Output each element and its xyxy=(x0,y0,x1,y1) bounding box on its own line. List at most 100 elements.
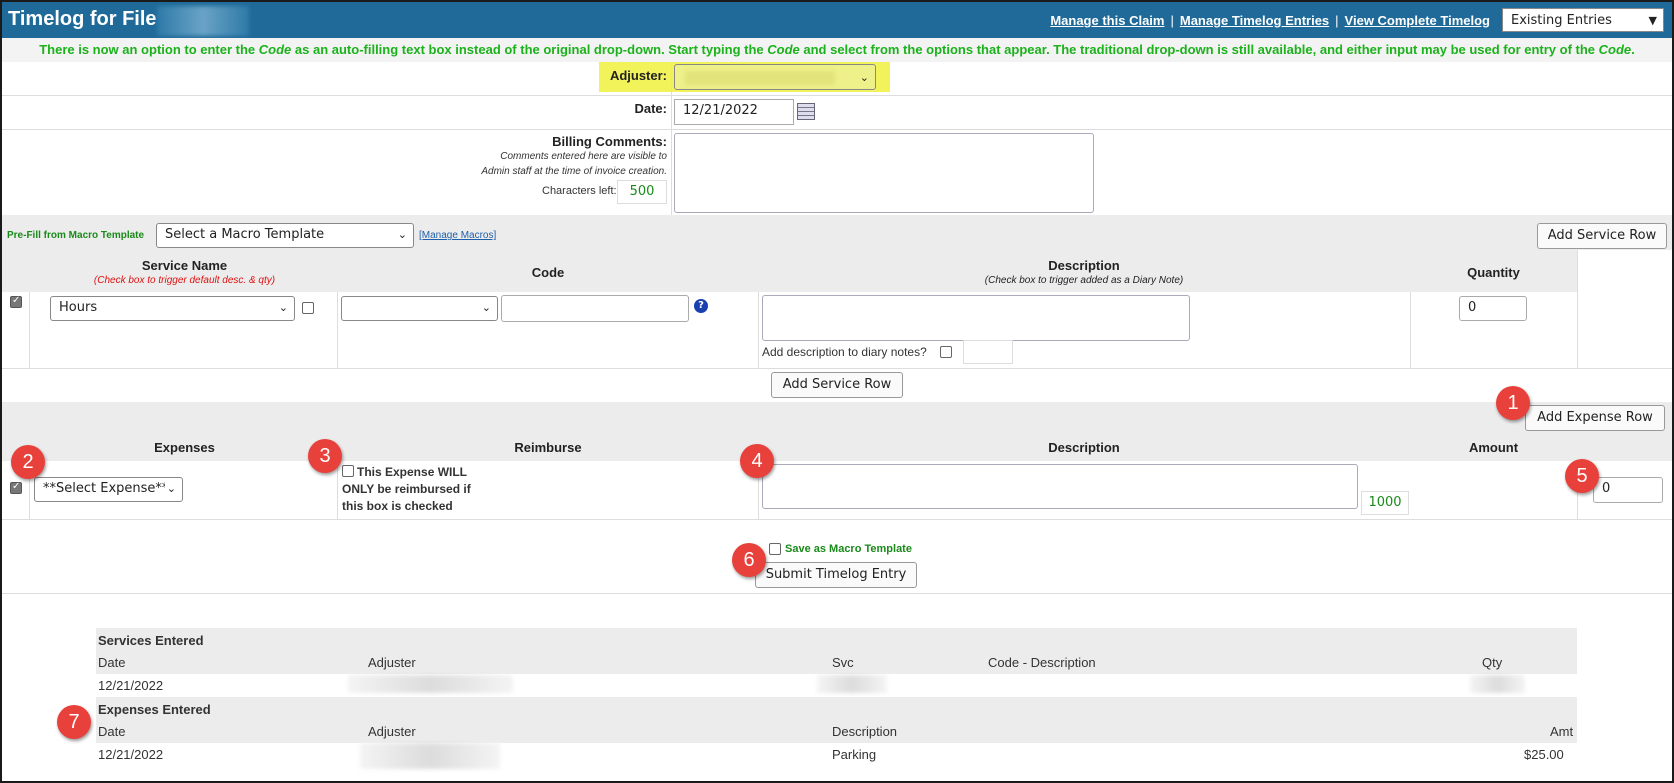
page-title: Timelog for File # xyxy=(8,8,174,30)
quantity-header: Quantity xyxy=(1467,265,1520,280)
header-bar: Timelog for File # Manage this Claim | Man… xyxy=(2,2,1672,38)
code-header: Code xyxy=(531,265,565,280)
date-input[interactable]: 12/21/2022 xyxy=(674,99,794,125)
existing-entries-value: Existing Entries xyxy=(1511,13,1612,28)
reimburse-header: Reimburse xyxy=(514,440,582,455)
services-col-svc: Svc xyxy=(832,655,854,670)
manage-timelog-entries-link[interactable]: Manage Timelog Entries xyxy=(1180,13,1329,28)
expenses-row-amount: $25.00 xyxy=(1524,747,1564,762)
help-icon[interactable]: ? xyxy=(694,299,708,313)
notice-text-1: There is now an option to enter the xyxy=(39,42,259,57)
notice-code-1: Code xyxy=(258,42,292,57)
billing-note-2: Admin staff at the time of invoice creat… xyxy=(481,166,667,177)
code-autofill-notice: There is now an option to enter the Code… xyxy=(2,38,1672,62)
services-entered-heading: Services Entered xyxy=(98,633,204,648)
macro-template-select[interactable]: Select a Macro Template ⌄ xyxy=(156,223,414,248)
billing-comments-label: Billing Comments: xyxy=(552,134,667,149)
date-label: Date: xyxy=(634,101,667,116)
service-row-checkbox[interactable] xyxy=(10,295,22,308)
amount-input[interactable]: 0 xyxy=(1593,477,1663,503)
notice-text-3: and select from the options that appear.… xyxy=(799,42,1599,57)
notice-code-3: Code xyxy=(1598,42,1632,57)
redacted-file-number xyxy=(157,6,249,36)
service-name-header: Service Name xyxy=(141,258,228,273)
expenses-col-date: Date xyxy=(98,724,126,739)
services-col-adjuster: Adjuster xyxy=(368,655,416,670)
manage-claim-link[interactable]: Manage this Claim xyxy=(1050,13,1164,28)
notice-code-2: Code xyxy=(767,42,800,57)
service-name-value: Hours xyxy=(59,300,98,315)
services-row-date: 12/21/2022 xyxy=(98,678,164,693)
callout-badge-3: 3 xyxy=(308,439,342,473)
description-header: Description xyxy=(1048,258,1120,273)
save-macro-label: Save as Macro Template xyxy=(785,543,912,555)
chevron-down-icon: ⌄ xyxy=(481,301,491,314)
expenses-col-amt: Amt xyxy=(1550,724,1574,739)
billing-comments-textarea[interactable] xyxy=(674,133,1094,213)
timelog-window: Timelog for File # Manage this Claim | Man… xyxy=(0,0,1674,783)
service-name-subheader: (Check box to trigger default desc. & qt… xyxy=(93,275,276,286)
callout-badge-5: 5 xyxy=(1565,459,1599,493)
callout-badge-1: 1 xyxy=(1496,386,1530,420)
view-complete-timelog-link[interactable]: View Complete Timelog xyxy=(1345,13,1490,28)
expenses-col-description: Description xyxy=(832,724,898,739)
service-description-textarea[interactable] xyxy=(762,295,1190,341)
expenses-entered-heading: Expenses Entered xyxy=(98,702,211,717)
callout-badge-4: 4 xyxy=(740,444,774,478)
expense-select-value: **Select Expense** xyxy=(43,481,169,496)
chevron-down-icon: ▼ xyxy=(1648,14,1657,27)
redacted-service-svc xyxy=(817,675,887,693)
macro-template-value: Select a Macro Template xyxy=(165,227,325,242)
expenses-row-date: 12/21/2022 xyxy=(98,747,164,762)
expenses-row-description: Parking xyxy=(832,747,877,762)
redacted-adjuster-name xyxy=(685,71,835,85)
services-col-code-description: Code - Description xyxy=(988,655,1096,670)
save-macro-checkbox[interactable] xyxy=(769,543,781,555)
chevron-down-icon: ⌄ xyxy=(397,228,407,241)
notice-text-4: . xyxy=(1631,42,1635,57)
adjuster-select[interactable]: ⌄ xyxy=(674,64,876,90)
service-name-select[interactable]: Hours ⌄ xyxy=(50,296,295,321)
amount-header: Amount xyxy=(1468,440,1519,455)
add-service-row-button-top[interactable]: Add Service Row xyxy=(1537,223,1667,249)
manage-macros-link[interactable]: [Manage Macros] xyxy=(419,230,496,241)
existing-entries-select[interactable]: Existing Entries ▼ xyxy=(1502,8,1664,32)
chevron-down-icon: ⌄ xyxy=(164,478,176,500)
quantity-input[interactable]: 0 xyxy=(1459,296,1527,321)
description-subheader: (Check box to trigger added as a Diary N… xyxy=(984,275,1184,286)
chevron-down-icon: ⌄ xyxy=(278,301,288,314)
diary-chars-field xyxy=(963,340,1013,364)
expenses-header: Expenses xyxy=(154,440,215,455)
notice-text-2: as an auto-filling text box instead of t… xyxy=(291,42,768,57)
submit-timelog-button[interactable]: Submit Timelog Entry xyxy=(755,562,917,588)
services-col-date: Date xyxy=(98,655,126,670)
reimburse-checkbox[interactable] xyxy=(342,465,354,477)
expense-chars-left: 1000 xyxy=(1361,491,1409,515)
reimburse-warning-2: ONLY be reimbursed if xyxy=(342,482,471,496)
calendar-icon[interactable] xyxy=(797,103,815,120)
add-service-row-button[interactable]: Add Service Row xyxy=(771,372,903,398)
default-desc-checkbox[interactable] xyxy=(302,302,314,314)
expense-select[interactable]: **Select Expense** ⌄ xyxy=(34,477,183,502)
reimburse-warning-1: This Expense WILL xyxy=(357,465,468,479)
expense-description-textarea[interactable] xyxy=(762,464,1358,509)
code-select[interactable]: ⌄ xyxy=(341,296,498,321)
chevron-down-icon: ⌄ xyxy=(859,71,869,84)
header-links: Manage this Claim | Manage Timelog Entries… xyxy=(1050,13,1490,28)
diary-notes-checkbox[interactable] xyxy=(940,346,952,358)
expenses-col-adjuster: Adjuster xyxy=(368,724,416,739)
add-expense-row-button[interactable]: Add Expense Row xyxy=(1525,405,1665,431)
callout-badge-6: 6 xyxy=(732,543,766,577)
prefill-macro-label: Pre-Fill from Macro Template xyxy=(7,230,145,241)
redacted-expense-adjuster xyxy=(360,743,500,769)
characters-left-label: Characters left: xyxy=(542,185,617,197)
reimburse-warning-3: this box is checked xyxy=(342,499,453,513)
characters-left-value: 500 xyxy=(617,180,667,204)
expense-row-checkbox[interactable] xyxy=(10,481,22,494)
redacted-service-adjuster xyxy=(348,675,513,693)
redacted-service-qty xyxy=(1470,675,1525,693)
diary-notes-label: Add description to diary notes? xyxy=(762,345,927,359)
code-autofill-input[interactable] xyxy=(501,295,689,322)
expense-description-header: Description xyxy=(1048,440,1120,455)
callout-badge-7: 7 xyxy=(57,705,91,739)
